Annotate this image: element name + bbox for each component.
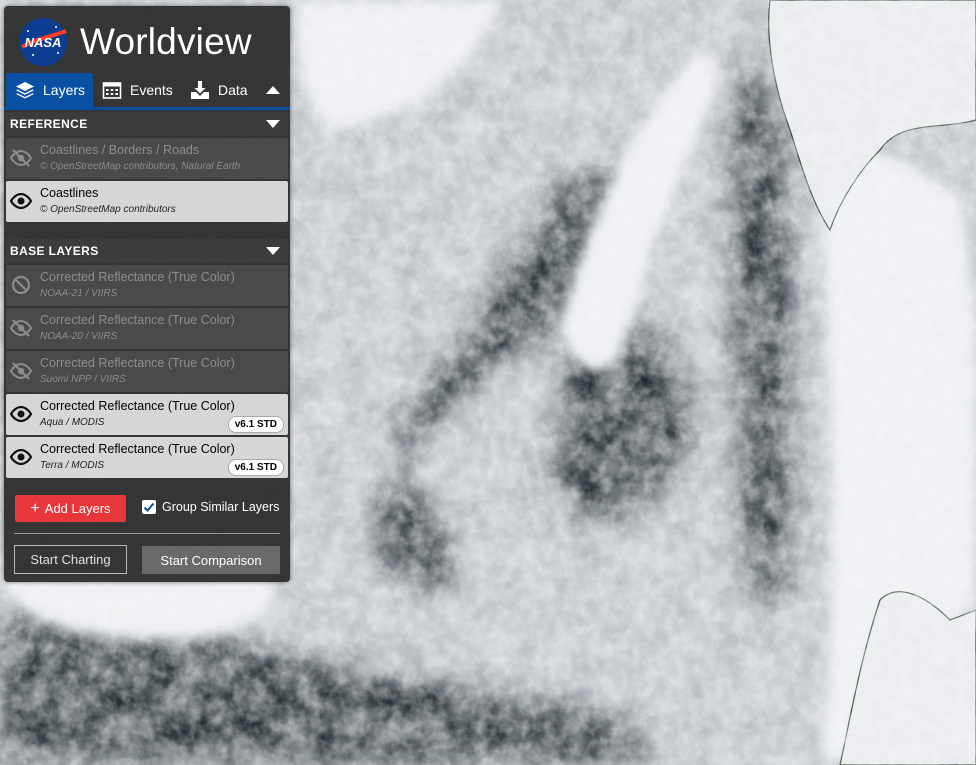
eye-slash-icon [10, 362, 32, 380]
tab-label: Layers [43, 82, 86, 98]
layer-row[interactable]: Corrected Reflectance (True Color) Suomi… [6, 351, 288, 392]
version-badge: v6.1 STD [227, 459, 284, 476]
checkmark-icon [143, 502, 155, 512]
eye-slash-icon [10, 149, 32, 167]
base-layers-group-header[interactable]: BASE LAYERS [6, 239, 288, 263]
version-badge: v6.1 STD [227, 416, 284, 433]
group-similar-label: Group Similar Layers [162, 500, 280, 514]
layer-row[interactable]: Corrected Reflectance (True Color) NOAA-… [6, 308, 288, 349]
layer-subtitle: Suomi NPP / VIIRS [40, 374, 126, 385]
nasa-logo-text: NASA [25, 35, 62, 50]
layer-row[interactable]: Corrected Reflectance (True Color) Terra… [6, 437, 288, 478]
download-icon [191, 81, 209, 99]
tab-bar: Layers Events Data [4, 73, 290, 110]
unavailable-icon [11, 275, 31, 295]
tab-data[interactable]: Data [190, 73, 258, 107]
layer-subtitle: © OpenStreetMap contributors, Natural Ea… [40, 161, 241, 172]
add-layers-label: Add Layers [44, 501, 111, 516]
layers-icon [16, 82, 34, 99]
eye-slash-icon [10, 319, 32, 337]
layer-title: Corrected Reflectance (True Color) [40, 442, 235, 456]
collapse-panel-icon[interactable] [264, 81, 282, 99]
layer-row[interactable]: Corrected Reflectance (True Color) Aqua … [6, 394, 288, 435]
visibility-toggle[interactable] [9, 359, 33, 383]
layer-title: Coastlines / Borders / Roads [40, 143, 200, 157]
add-layers-button[interactable]: + Add Layers [15, 495, 126, 522]
plus-icon: + [30, 499, 40, 517]
tab-label: Data [218, 82, 248, 98]
group-title: BASE LAYERS [10, 244, 99, 258]
visibility-toggle[interactable] [9, 146, 33, 170]
sidebar-panel: NASA Worldview Layers Events Data REFERE… [4, 6, 290, 582]
visibility-toggle[interactable] [9, 445, 33, 469]
start-charting-label: Start Charting [30, 552, 111, 567]
visibility-toggle[interactable] [9, 189, 33, 213]
tab-events[interactable]: Events [102, 73, 182, 107]
calendar-icon [102, 82, 122, 99]
brand: NASA Worldview [18, 14, 252, 70]
visibility-toggle[interactable] [9, 402, 33, 426]
layer-row[interactable]: Coastlines © OpenStreetMap contributors [6, 181, 288, 222]
layer-title: Corrected Reflectance (True Color) [40, 356, 235, 370]
eye-icon [10, 449, 32, 465]
layer-subtitle: Aqua / MODIS [40, 417, 105, 428]
caret-down-icon[interactable] [266, 247, 280, 256]
start-charting-button[interactable]: Start Charting [14, 545, 127, 574]
start-comparison-label: Start Comparison [160, 552, 262, 568]
layer-title: Corrected Reflectance (True Color) [40, 399, 235, 413]
layer-subtitle: NOAA-21 / VIIRS [40, 288, 118, 299]
layer-row[interactable]: Corrected Reflectance (True Color) NOAA-… [6, 265, 288, 306]
nasa-logo-icon: NASA [19, 18, 67, 66]
visibility-toggle[interactable] [9, 316, 33, 340]
visibility-toggle[interactable] [9, 273, 33, 297]
layer-title: Corrected Reflectance (True Color) [40, 313, 235, 327]
eye-icon [10, 193, 32, 209]
tab-label: Events [130, 82, 173, 98]
start-comparison-button[interactable]: Start Comparison [142, 546, 280, 574]
layer-subtitle: NOAA-20 / VIIRS [40, 331, 118, 342]
caret-down-icon[interactable] [266, 120, 280, 129]
app-title: Worldview [80, 21, 252, 62]
divider [14, 533, 280, 534]
eye-icon [10, 406, 32, 422]
layer-row[interactable]: Coastlines / Borders / Roads © OpenStree… [6, 138, 288, 179]
tab-layers[interactable]: Layers [6, 73, 93, 107]
reference-group-header[interactable]: REFERENCE [6, 112, 288, 136]
layer-title: Corrected Reflectance (True Color) [40, 270, 235, 284]
group-similar-checkbox[interactable] [142, 500, 156, 514]
group-title: REFERENCE [10, 117, 88, 131]
layer-subtitle: Terra / MODIS [40, 460, 105, 471]
layer-title: Coastlines [40, 186, 99, 200]
group-similar-layers[interactable]: Group Similar Layers [142, 500, 279, 514]
layer-subtitle: © OpenStreetMap contributors [40, 204, 176, 215]
